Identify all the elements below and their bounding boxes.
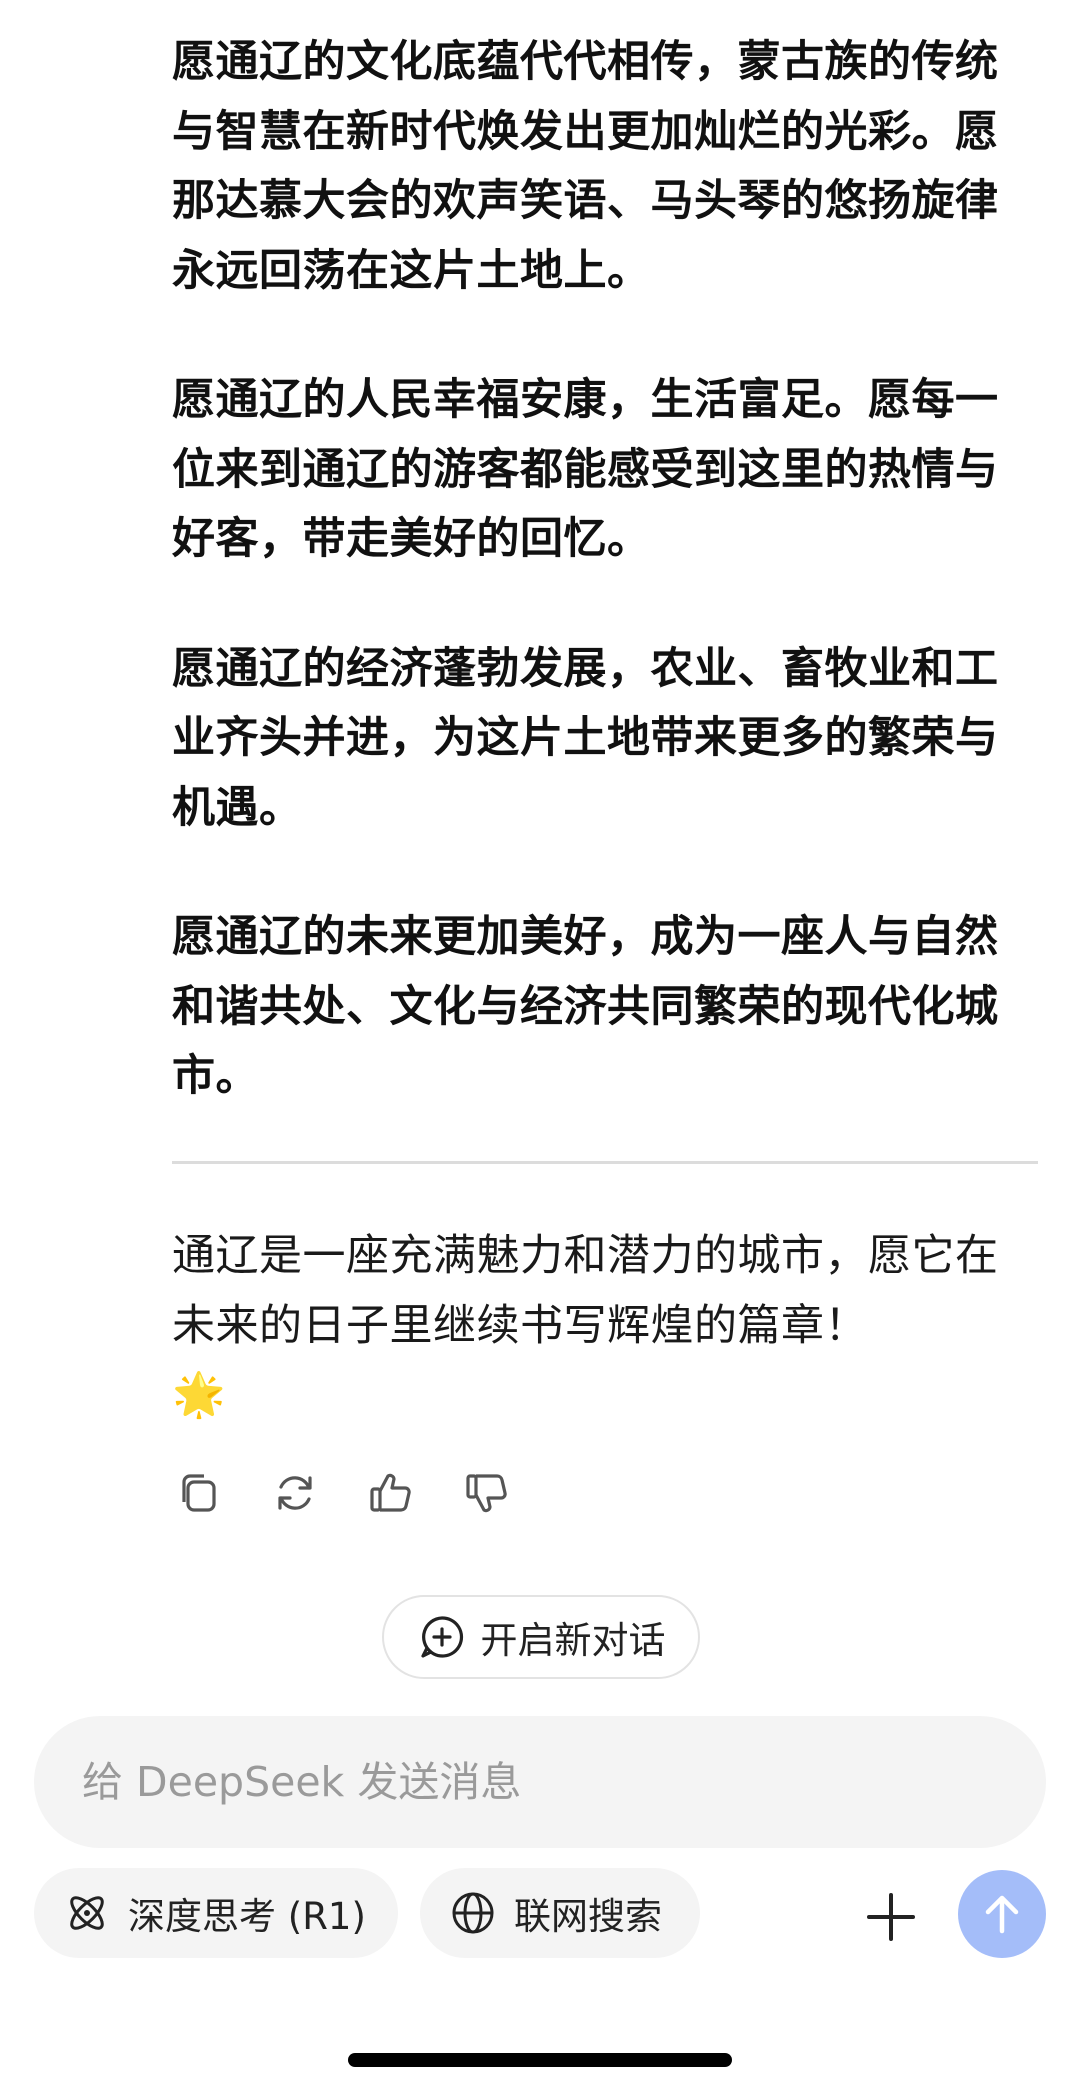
web-search-label: 联网搜索 (514, 1895, 662, 1938)
atom-icon (70, 1896, 104, 1930)
thumbs-up-icon (370, 1473, 411, 1512)
plus-icon (867, 1893, 915, 1941)
attach-button[interactable] (862, 1888, 920, 1946)
closing-text: 通辽是一座充满魅力和潜力的城市，愿它在未来的日子里继续书写辉煌的篇章！ (172, 1231, 999, 1351)
send-button[interactable] (958, 1870, 1046, 1958)
message-actions (172, 1466, 514, 1520)
deep-think-toggle[interactable]: 深度思考 (R1) (34, 1868, 398, 1958)
new-chat-label: 开启新对话 (480, 1619, 666, 1662)
home-indicator[interactable] (348, 2053, 732, 2067)
message-paragraph: 愿通辽的人民幸福安康，生活富足。愿每一位来到通辽的游客都能感受到这里的热情与好客… (172, 375, 999, 564)
thumbs-up-button[interactable] (364, 1466, 418, 1520)
message-input[interactable] (80, 1757, 984, 1807)
copy-icon (182, 1474, 216, 1512)
message-paragraph: 愿通辽的经济蓬勃发展，农业、畜牧业和工业齐头并进，为这片土地带来更多的繁荣与机遇… (172, 643, 999, 833)
regenerate-button[interactable] (268, 1466, 322, 1520)
message-composer[interactable] (34, 1716, 1046, 1848)
new-chat-button[interactable]: 开启新对话 (382, 1595, 700, 1679)
closing-message: 通辽是一座充满魅力和潜力的城市，愿它在未来的日子里继续书写辉煌的篇章！ 🌟 (172, 1222, 1040, 1430)
message-paragraph: 愿通辽的未来更加美好，成为一座人与自然和谐共处、文化与经济共同繁荣的现代化城市。 (172, 912, 999, 1101)
message-divider (172, 1161, 1038, 1164)
globe-icon (452, 1892, 494, 1934)
deep-think-label: 深度思考 (R1) (128, 1895, 366, 1938)
arrow-up-icon (985, 1895, 1019, 1934)
copy-button[interactable] (172, 1466, 226, 1520)
assistant-message: 愿通辽的文化底蕴代代相传，蒙古族的传统与智慧在新时代焕发出更加灿烂的光彩。愿那达… (172, 28, 1040, 1172)
thumbs-down-button[interactable] (460, 1466, 514, 1520)
web-search-toggle[interactable]: 联网搜索 (420, 1868, 700, 1958)
star-emoji-icon: 🌟 (172, 1370, 227, 1420)
message-paragraph: 愿通辽的文化底蕴代代相传，蒙古族的传统与智慧在新时代焕发出更加灿烂的光彩。愿那达… (172, 37, 999, 296)
chat-plus-icon (420, 1616, 463, 1658)
regenerate-icon (278, 1476, 312, 1510)
thumbs-down-icon (466, 1474, 507, 1513)
